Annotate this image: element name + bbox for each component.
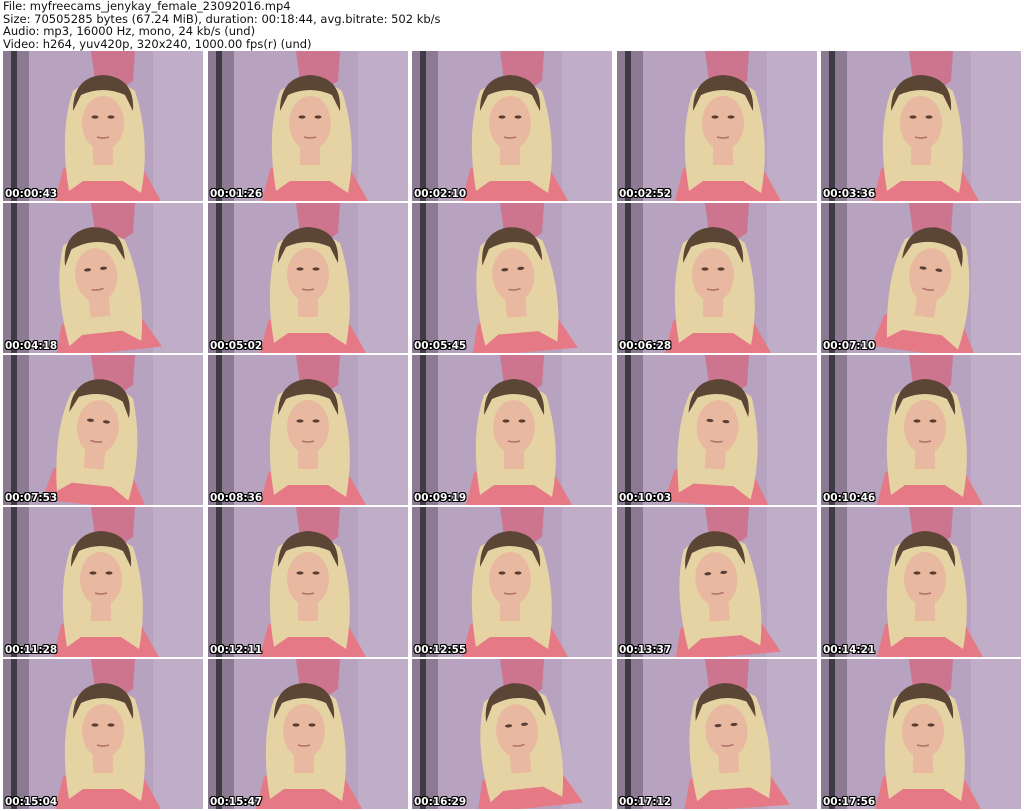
frame-image [3, 203, 203, 353]
thumbnail-grid: 00:00:43 00:01:26 00:02:10 00:02:52 00:03:36… [0, 51, 1024, 811]
thumbnail-timestamp: 00:08:36 [210, 492, 263, 504]
frame-image [412, 203, 612, 353]
video-thumbnail[interactable]: 00:06:28 [617, 203, 817, 353]
video-thumbnail[interactable]: 00:07:10 [821, 203, 1021, 353]
thumbnail-timestamp: 00:07:53 [5, 492, 58, 504]
video-info: Video: h264, yuv420p, 320x240, 1000.00 f… [3, 36, 312, 51]
frame-image [208, 355, 408, 505]
thumbnail-timestamp: 00:03:36 [823, 188, 876, 200]
frame-image [412, 507, 612, 657]
video-thumbnail[interactable]: 00:02:10 [412, 51, 612, 201]
thumbnail-timestamp: 00:11:28 [5, 644, 58, 656]
video-thumbnail[interactable]: 00:14:21 [821, 507, 1021, 657]
video-thumbnail[interactable]: 00:11:28 [3, 507, 203, 657]
video-thumbnail[interactable]: 00:04:18 [3, 203, 203, 353]
thumbnail-timestamp: 00:15:47 [210, 796, 263, 808]
frame-image [208, 659, 408, 809]
video-thumbnail[interactable]: 00:07:53 [3, 355, 203, 505]
audio-info: Audio: mp3, 16000 Hz, mono, 24 kb/s (und… [3, 24, 256, 38]
frame-image [3, 659, 203, 809]
frame-image [617, 659, 817, 809]
video-thumbnail[interactable]: 00:13:37 [617, 507, 817, 657]
frame-image [821, 203, 1021, 353]
thumbnail-timestamp: 00:10:46 [823, 492, 876, 504]
thumbnail-timestamp: 00:00:43 [5, 188, 58, 200]
thumbnail-timestamp: 00:15:04 [5, 796, 58, 808]
frame-image [3, 51, 203, 201]
thumbnail-timestamp: 00:01:26 [210, 188, 263, 200]
video-thumbnail[interactable]: 00:16:29 [412, 659, 612, 809]
thumbnail-timestamp: 00:04:18 [5, 340, 58, 352]
thumbnail-timestamp: 00:05:02 [210, 340, 263, 352]
video-thumbnail[interactable]: 00:10:03 [617, 355, 817, 505]
frame-image [208, 51, 408, 201]
video-thumbnail[interactable]: 00:10:46 [821, 355, 1021, 505]
video-thumbnail[interactable]: 00:08:36 [208, 355, 408, 505]
frame-image [617, 507, 817, 657]
video-thumbnail[interactable]: 00:09:19 [412, 355, 612, 505]
frame-image [821, 355, 1021, 505]
thumbnail-timestamp: 00:13:37 [619, 644, 672, 656]
frame-image [412, 659, 612, 809]
info-header: File: myfreecams_jenykay_female_23092016… [3, 0, 1021, 50]
thumbnail-timestamp: 00:17:56 [823, 796, 876, 808]
video-thumbnail[interactable]: 00:05:45 [412, 203, 612, 353]
frame-image [3, 355, 203, 505]
frame-image [617, 203, 817, 353]
frame-image [821, 51, 1021, 201]
thumbnail-timestamp: 00:12:11 [210, 644, 263, 656]
thumbnail-timestamp: 00:06:28 [619, 340, 672, 352]
thumbnail-timestamp: 00:10:03 [619, 492, 672, 504]
frame-image [617, 355, 817, 505]
frame-image [617, 51, 817, 201]
thumbnail-timestamp: 00:05:45 [414, 340, 467, 352]
video-thumbnail[interactable]: 00:01:26 [208, 51, 408, 201]
video-thumbnail[interactable]: 00:15:47 [208, 659, 408, 809]
frame-image [412, 355, 612, 505]
frame-image [3, 507, 203, 657]
thumbnail-timestamp: 00:09:19 [414, 492, 467, 504]
thumbnail-timestamp: 00:07:10 [823, 340, 876, 352]
file-info: File: myfreecams_jenykay_female_23092016… [3, 0, 291, 13]
thumbnail-timestamp: 00:17:12 [619, 796, 672, 808]
frame-image [208, 203, 408, 353]
thumbnail-timestamp: 00:14:21 [823, 644, 876, 656]
thumbnail-timestamp: 00:02:10 [414, 188, 467, 200]
thumbnail-timestamp: 00:02:52 [619, 188, 672, 200]
thumbnail-timestamp: 00:16:29 [414, 796, 467, 808]
frame-image [412, 51, 612, 201]
video-thumbnail[interactable]: 00:02:52 [617, 51, 817, 201]
frame-image [821, 507, 1021, 657]
video-thumbnail[interactable]: 00:15:04 [3, 659, 203, 809]
video-thumbnail[interactable]: 00:05:02 [208, 203, 408, 353]
video-thumbnail[interactable]: 00:17:56 [821, 659, 1021, 809]
video-thumbnail[interactable]: 00:17:12 [617, 659, 817, 809]
video-thumbnail[interactable]: 00:03:36 [821, 51, 1021, 201]
video-thumbnail[interactable]: 00:12:11 [208, 507, 408, 657]
frame-image [821, 659, 1021, 809]
video-thumbnail[interactable]: 00:12:55 [412, 507, 612, 657]
thumbnail-timestamp: 00:12:55 [414, 644, 467, 656]
frame-image [208, 507, 408, 657]
video-thumbnail[interactable]: 00:00:43 [3, 51, 203, 201]
